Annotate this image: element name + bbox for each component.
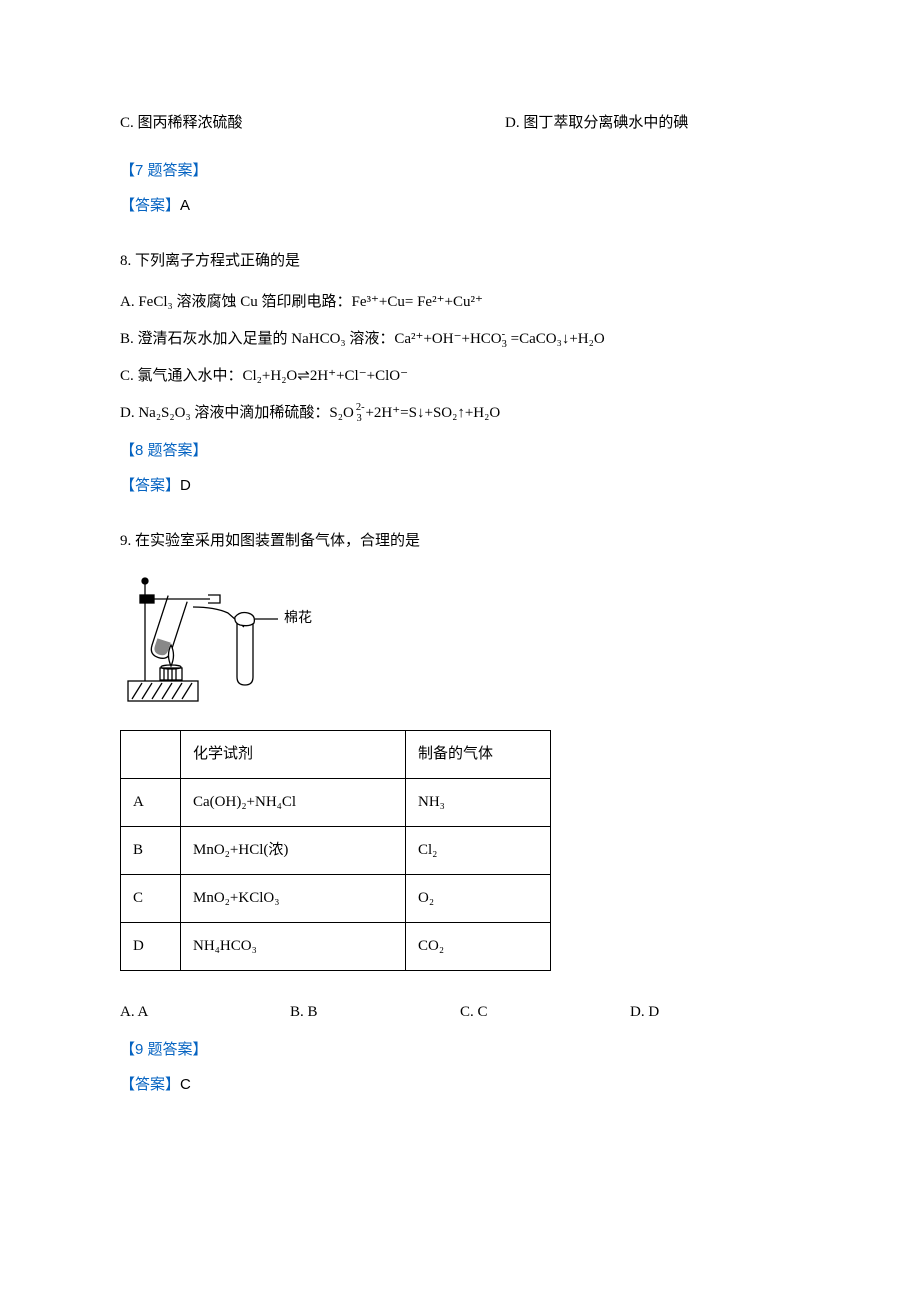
q9-option-b: B. B (290, 999, 460, 1026)
cell: NH₄HCO₃ (181, 923, 406, 971)
cell: C (121, 875, 181, 923)
table-row: A Ca(OH)₂+NH₄Cl NH₃ (121, 779, 551, 827)
cell: B (121, 827, 181, 875)
q8-optd-pre: D. Na₂S₂O₃ 溶液中滴加稀硫酸：S₂O (120, 405, 354, 421)
q9-reagent-table: 化学试剂 制备的气体 A Ca(OH)₂+NH₄Cl NH₃ B MnO₂+HC… (120, 730, 551, 971)
q7-answer-header: 【7 题答案】 (120, 157, 800, 184)
q9-options: A. A B. B C. C D. D (120, 999, 800, 1026)
q7-option-c: C. 图丙稀释浓硫酸 (120, 110, 505, 137)
cell: NH₃ (406, 779, 551, 827)
q8-stem: 8. 下列离子方程式正确的是 (120, 248, 800, 275)
q8-answer-header: 【8 题答案】 (120, 437, 800, 464)
q9-option-d: D. D (630, 999, 800, 1026)
q7-answer: 【答案】A (120, 192, 800, 220)
cell: A (121, 779, 181, 827)
q8-option-a: A. FeCl₃ 溶液腐蚀 Cu 箔印刷电路：Fe³⁺+Cu= Fe²⁺+Cu²… (120, 289, 800, 316)
q9-answer: 【答案】C (120, 1071, 800, 1099)
cell: O₂ (406, 875, 551, 923)
q9-apparatus: 棉花 (120, 573, 800, 708)
q8-option-c: C. 氯气通入水中：Cl₂+H₂O⇌2H⁺+Cl⁻+ClO⁻ (120, 363, 800, 390)
th-gas: 制备的气体 (406, 731, 551, 779)
cell: Ca(OH)₂+NH₄Cl (181, 779, 406, 827)
q9-option-a: A. A (120, 999, 290, 1026)
table-row: D NH₄HCO₃ CO₂ (121, 923, 551, 971)
cell: MnO₂+KClO₃ (181, 875, 406, 923)
q8-option-d: D. Na₂S₂O₃ 溶液中滴加稀硫酸：S₂O2- 3 +2H⁺=S↓+SO₂↑… (120, 400, 800, 427)
cell: D (121, 923, 181, 971)
table-header-row: 化学试剂 制备的气体 (121, 731, 551, 779)
th-reagent: 化学试剂 (181, 731, 406, 779)
cell: MnO₂+HCl(浓) (181, 827, 406, 875)
q9-answer-value: C (180, 1076, 191, 1093)
q8-optb-pre: B. 澄清石灰水加入足量的 NaHCO₃ 溶液：Ca²⁺+OH⁻+HCO (120, 331, 502, 347)
q8-answer: 【答案】D (120, 472, 800, 500)
q8-optd-post: +2H⁺=S↓+SO₂↑+H₂O (362, 405, 500, 421)
q7-options-cd: C. 图丙稀释浓硫酸 D. 图丁萃取分离碘水中的碘 (120, 110, 800, 137)
cell: CO₂ (406, 923, 551, 971)
q9-answer-header: 【9 题答案】 (120, 1036, 800, 1063)
table-row: B MnO₂+HCl(浓) Cl₂ (121, 827, 551, 875)
apparatus-diagram-icon (120, 573, 290, 708)
cell: Cl₂ (406, 827, 551, 875)
q9-stem: 9. 在实验室采用如图装置制备气体，合理的是 (120, 528, 800, 555)
q9-option-c: C. C (460, 999, 630, 1026)
q9-answer-label: 【答案】 (120, 1076, 180, 1093)
q9-apparatus-label: 棉花 (284, 606, 312, 631)
q8-answer-label: 【答案】 (120, 477, 180, 494)
q7-option-d: D. 图丁萃取分离碘水中的碘 (505, 110, 688, 137)
th-empty (121, 731, 181, 779)
q8-answer-value: D (180, 477, 191, 494)
q7-answer-label: 【答案】 (120, 197, 180, 214)
table-row: C MnO₂+KClO₃ O₂ (121, 875, 551, 923)
q8-option-b: B. 澄清石灰水加入足量的 NaHCO₃ 溶液：Ca²⁺+OH⁻+HCO-3 =… (120, 326, 800, 353)
q8-optb-post: =CaCO₃↓+H₂O (507, 331, 605, 347)
q7-answer-value: A (180, 197, 190, 214)
